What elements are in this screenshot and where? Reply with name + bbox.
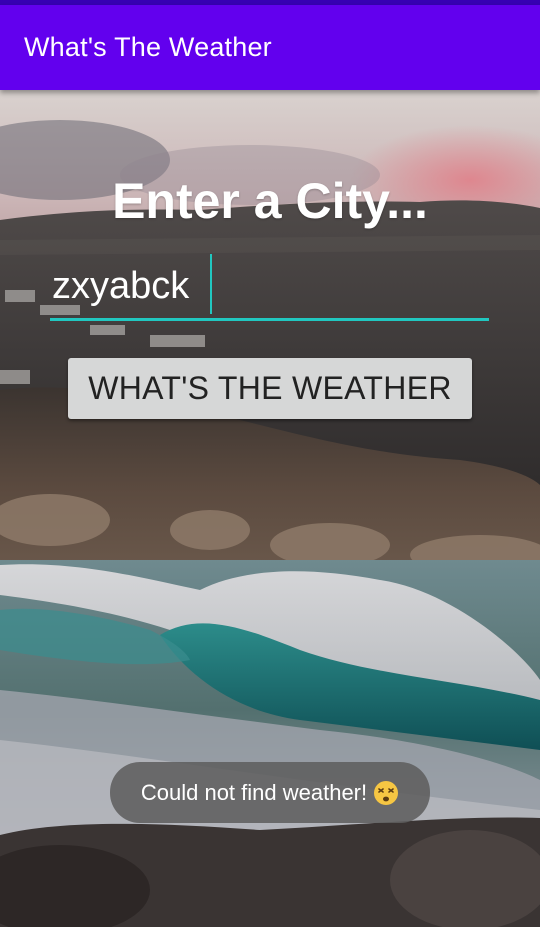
app-bar: What's The Weather	[0, 5, 540, 90]
city-input-container	[50, 254, 489, 321]
toast-text: Could not find weather!	[140, 779, 368, 805]
toast-message: Could not find weather!	[110, 762, 430, 823]
city-input[interactable]	[50, 254, 489, 318]
page-heading: Enter a City...	[112, 173, 428, 229]
dizzy-face-emoji-icon	[374, 780, 399, 805]
text-cursor	[210, 254, 212, 314]
app-title: What's The Weather	[24, 32, 272, 62]
input-underline	[50, 318, 489, 321]
whats-the-weather-button[interactable]: WHAT'S THE WEATHER	[68, 358, 472, 419]
